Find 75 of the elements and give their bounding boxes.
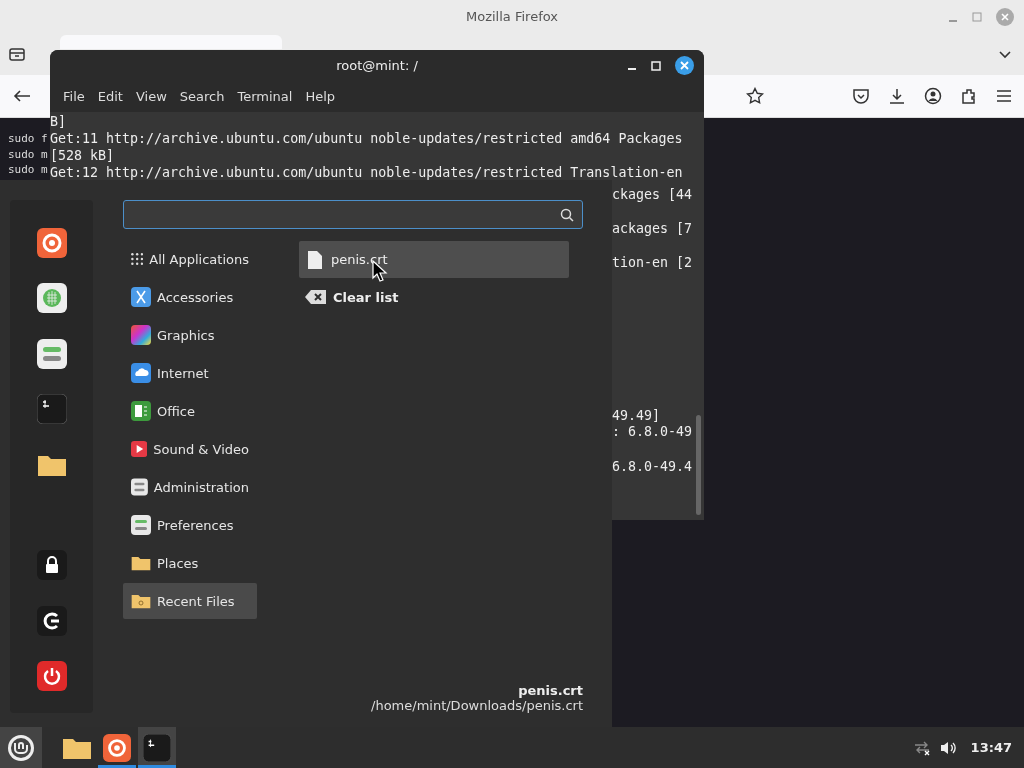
clear-list-button[interactable]: Clear list [299,278,405,316]
network-disconnected-icon [912,739,931,756]
menu-item[interactable]: Help [300,87,341,106]
category-item[interactable]: Office [123,393,257,429]
category-item[interactable]: Graphics [123,317,257,353]
category-item[interactable]: All Applications [123,241,257,277]
window-title: Mozilla Firefox [466,9,558,24]
terminal-line: ckages [44 [612,186,693,203]
tab-list-icon[interactable] [8,45,26,63]
console-line: sudo f [8,131,48,147]
logout-icon [36,605,67,636]
start-menu-button[interactable] [0,727,42,768]
document-icon [131,401,151,421]
console-line: sudo m [8,162,48,178]
window-title: root@mint: / [336,58,418,73]
browser-icon [103,733,131,762]
search-icon [560,207,574,222]
file-name: penis.crt [518,683,583,698]
palette-icon [131,325,151,345]
download-icon[interactable] [888,87,906,105]
terminal-line: Get:11 http://archive.ubuntu.com/ubuntu noble-updates/restricted amd64 Packages [50,130,684,147]
category-item[interactable]: Accessories [123,279,257,315]
file-path: /home/mint/Downloads/penis.crt [371,698,583,713]
recent-folder-icon [131,593,151,609]
folder-icon [131,555,151,571]
power-icon [36,661,67,692]
lock-icon [36,550,67,581]
terminal-line: [528 kB] [50,147,116,164]
terminal-icon [36,394,67,425]
category-item[interactable]: Places [123,545,257,581]
category-item[interactable]: Internet [123,355,257,391]
volume-icon [938,739,957,756]
account-icon[interactable] [924,87,942,105]
terminal-line: : 6.8.0-49 [612,423,693,440]
menu-item[interactable]: View [130,87,172,106]
minimize-icon [948,19,958,22]
file-icon [307,249,323,270]
terminal-icon [143,733,171,762]
browser-icon [36,227,67,258]
terminal-line: 6.8.0-49.4 [612,458,693,475]
menu-item[interactable]: File [58,87,90,106]
category-item[interactable]: Preferences [123,507,257,543]
play-icon [131,439,148,459]
toggles-icon [131,515,151,535]
close-button[interactable] [675,56,694,75]
scrollbar[interactable] [696,415,701,515]
terminal-line: B] [50,113,67,130]
terminal-line: Get:12 http://archive.ubuntu.com/ubuntu noble-updates/restricted Translation-en [50,164,684,181]
cloud-icon [131,363,151,383]
menu-icon[interactable] [996,89,1012,103]
category-item[interactable]: Sound & Video [123,431,257,467]
back-button[interactable] [12,88,32,104]
category-item[interactable]: Recent Files [123,583,257,619]
menu-item[interactable]: Edit [92,87,128,106]
search-field[interactable] [123,200,583,229]
grid-globe-icon [36,283,67,314]
terminal-line: 49.49] [612,407,661,424]
logo-icon [6,732,36,763]
extensions-icon[interactable] [960,87,978,105]
maximize-icon [972,12,982,22]
console-line: sudo m [8,146,48,162]
terminal-line: tion-en [2 [612,254,693,271]
clear-icon [305,289,327,305]
recent-file-item[interactable]: penis.crt [299,241,569,278]
toggles-icon [36,338,67,369]
bookmark-star-icon[interactable] [746,87,764,105]
clock: 13:47 [970,740,1012,755]
terminal-line: ackages [7 [612,220,693,237]
menu-item[interactable]: Search [174,87,230,106]
minimize-icon [627,68,637,70]
menu-item[interactable]: Terminal [232,87,298,106]
maximize-icon [651,60,661,71]
toggles-icon [131,477,148,497]
category-item[interactable]: Administration [123,469,257,505]
grid-icon [131,250,144,268]
